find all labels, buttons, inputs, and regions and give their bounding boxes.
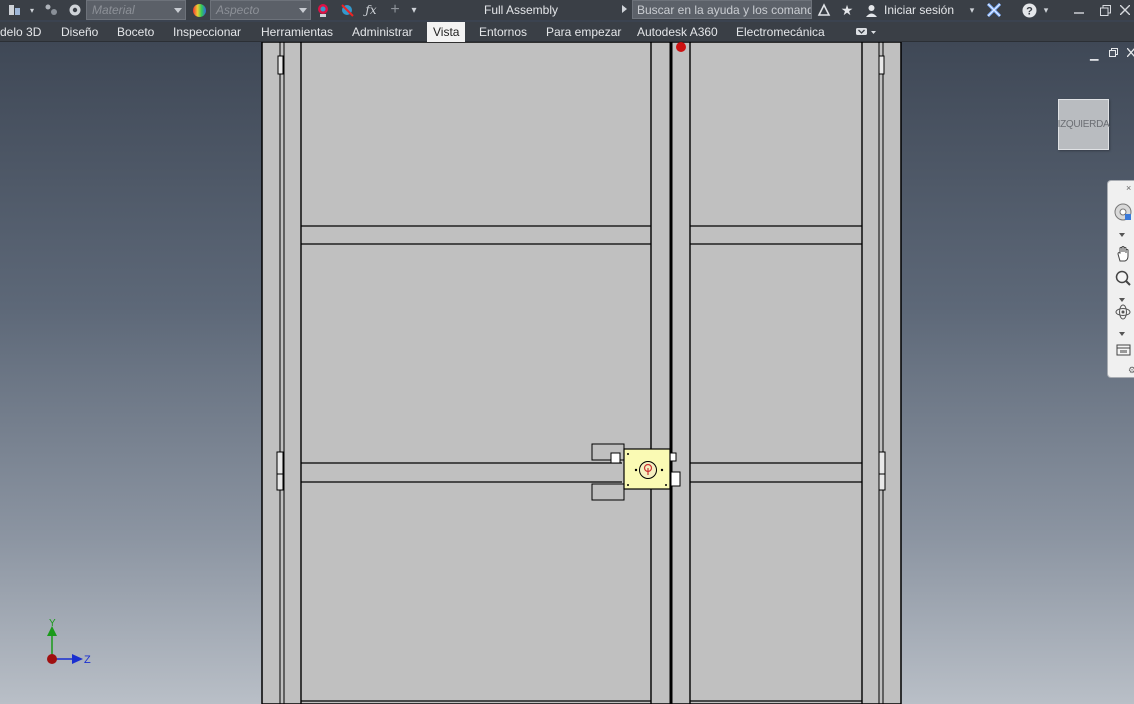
aspect-placeholder: Aspecto: [216, 3, 260, 17]
aspect-dropdown[interactable]: Aspecto: [210, 0, 311, 20]
signin-dropdown-icon[interactable]: ▾: [966, 1, 978, 19]
look-at-icon[interactable]: [1114, 340, 1132, 358]
viewport-minimize-icon[interactable]: ▁: [1090, 48, 1098, 61]
tab-autodesk-a360[interactable]: Autodesk A360: [637, 25, 718, 39]
triad-z-label: Z: [84, 654, 91, 666]
tab-herramientas[interactable]: Herramientas: [261, 25, 333, 39]
orbit-icon[interactable]: [1114, 303, 1132, 321]
chevron-down-icon: [299, 8, 307, 13]
tab-inspeccionar[interactable]: Inspeccionar: [173, 25, 241, 39]
signin-link[interactable]: Iniciar sesión: [884, 3, 954, 17]
close-button[interactable]: [1116, 0, 1134, 20]
app-menu-icon[interactable]: [6, 1, 24, 19]
tab-boceto[interactable]: Boceto: [117, 25, 154, 39]
red-marker: [676, 42, 686, 52]
viewport-restore-icon[interactable]: [1109, 48, 1118, 60]
title-bar: ▾ Material Aspecto ƒx + ▾ Full Assembly …: [0, 0, 1134, 20]
tab-entornos[interactable]: Entornos: [479, 25, 527, 39]
exchange-icon[interactable]: [815, 1, 833, 19]
settings-gear-icon[interactable]: [66, 1, 84, 19]
orbit-dropdown-icon[interactable]: [1119, 332, 1125, 336]
tab-diseno[interactable]: Diseño: [61, 25, 98, 39]
clear-override-icon[interactable]: [338, 1, 356, 19]
triad-y-label: Y: [49, 618, 56, 629]
tab-para-empezar[interactable]: Para empezar: [546, 25, 621, 39]
zoom-icon[interactable]: [1114, 269, 1132, 287]
viewcube[interactable]: IZQUIERDA: [1057, 99, 1110, 150]
chevron-down-icon: [174, 8, 182, 13]
autodesk-x-icon[interactable]: [984, 1, 1004, 19]
ribbon-display-toggle[interactable]: [855, 26, 877, 39]
ribbon-tab-bar: delo 3D Diseño Boceto Inspeccionar Herra…: [0, 22, 1134, 42]
help-search-input[interactable]: Buscar en la ayuda y los comandos...: [632, 0, 812, 19]
tab-electromecanica[interactable]: Electromecánica: [736, 25, 825, 39]
tab-vista[interactable]: Vista: [427, 22, 466, 42]
coordinate-triad: Y Z: [47, 618, 91, 666]
star-icon[interactable]: ★: [838, 1, 856, 19]
door-assembly-model[interactable]: [0, 42, 1134, 704]
viewport-close-icon[interactable]: [1126, 47, 1134, 60]
add-icon[interactable]: +: [386, 1, 404, 19]
pan-icon[interactable]: [1114, 245, 1132, 263]
navbar-close-icon[interactable]: ×: [1126, 183, 1131, 193]
steering-wheel-icon[interactable]: [1114, 203, 1132, 221]
document-title: Full Assembly: [484, 3, 559, 17]
door-lock: [623, 448, 671, 490]
navbar-customize-icon[interactable]: ⚙: [1128, 365, 1134, 376]
door-frame-outline: [261, 42, 902, 704]
material-placeholder: Material: [92, 3, 135, 17]
restore-button[interactable]: [1092, 0, 1118, 20]
tab-modelo-3d[interactable]: delo 3D: [0, 25, 41, 39]
color-override-icon[interactable]: [314, 1, 332, 19]
help-dropdown-icon[interactable]: ▾: [1040, 1, 1052, 19]
customize-dropdown-icon[interactable]: ▾: [406, 1, 422, 19]
function-icon[interactable]: ƒx: [362, 1, 380, 19]
appearance-sphere-icon[interactable]: [190, 1, 208, 19]
minimize-button[interactable]: [1066, 0, 1092, 20]
model-state-icon[interactable]: [42, 1, 60, 19]
material-dropdown[interactable]: Material: [86, 0, 186, 20]
steering-wheel-dropdown-icon[interactable]: [1119, 233, 1125, 237]
help-icon[interactable]: ?: [1020, 1, 1038, 19]
search-expand-icon[interactable]: [622, 5, 627, 13]
app-menu-dropdown-icon[interactable]: ▾: [27, 1, 37, 19]
navigation-bar: × ⚙: [1107, 180, 1134, 378]
tab-administrar[interactable]: Administrar: [352, 25, 413, 39]
zoom-dropdown-icon[interactable]: [1119, 298, 1125, 302]
viewcube-face-label: IZQUIERDA: [1057, 119, 1110, 130]
user-icon: [863, 1, 879, 19]
graphics-viewport[interactable]: ▁ IZQUIERDA × ⚙ Y Z: [0, 42, 1134, 704]
svg-text:?: ?: [1026, 5, 1033, 17]
